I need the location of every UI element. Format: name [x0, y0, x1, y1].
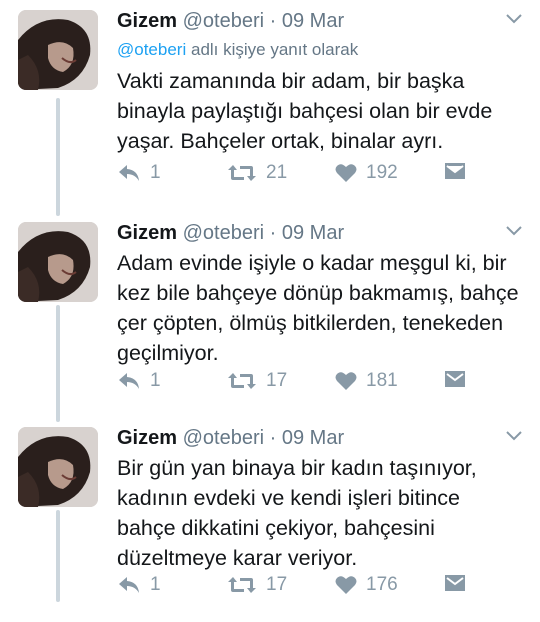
direct-message-button[interactable] [444, 574, 466, 592]
envelope-icon [445, 163, 465, 179]
heart-icon [335, 372, 357, 390]
envelope-icon [445, 371, 465, 387]
tweet-text: Vakti zamanında bir adam, bir başka bina… [117, 69, 493, 153]
like-count: 192 [366, 162, 398, 183]
like-count: 181 [366, 370, 398, 391]
like-count: 176 [366, 574, 398, 595]
chevron-down-icon[interactable] [506, 226, 522, 236]
chevron-down-icon[interactable] [506, 431, 522, 441]
reply-count: 1 [150, 574, 161, 595]
reply-icon [119, 373, 139, 389]
author-name[interactable]: Gizem [117, 427, 177, 449]
reply-icon [119, 165, 139, 181]
author-handle[interactable]: @oteberi [183, 427, 264, 449]
retweet-count: 21 [266, 162, 288, 183]
retweet-icon [228, 165, 256, 181]
heart-icon [335, 164, 357, 182]
heart-icon [335, 576, 357, 594]
action-bar: 1 21 192 [117, 162, 517, 188]
avatar[interactable] [18, 10, 98, 90]
like-button[interactable]: 176 [335, 574, 398, 596]
reply-count: 1 [150, 162, 161, 183]
retweet-icon [228, 373, 256, 389]
retweet-icon [228, 577, 256, 593]
tweet-text: Bir gün yan binaya bir kadın taşınıyor, … [117, 456, 477, 570]
reply-mention[interactable]: @oteberi [117, 40, 186, 59]
retweet-button[interactable]: 17 [227, 574, 287, 596]
retweet-count: 17 [266, 370, 288, 391]
author-name[interactable]: Gizem [117, 10, 177, 32]
like-button[interactable]: 192 [335, 162, 398, 184]
reply-button[interactable]: 1 [117, 162, 161, 184]
reply-context: @oteberi adlı kişiye yanıt olarak [117, 40, 358, 60]
action-bar: 1 17 181 [117, 370, 517, 396]
separator: · [269, 10, 277, 32]
tweet-date[interactable]: 09 Mar [282, 427, 344, 449]
tweet-text: Adam evinde işiyle o kadar meşgul ki, bi… [117, 251, 519, 365]
tweet[interactable]: Gizem @oteberi · 09 Mar Bir gün yan bina… [0, 417, 540, 622]
reply-count: 1 [150, 370, 161, 391]
tweet-date[interactable]: 09 Mar [282, 222, 344, 244]
retweet-button[interactable]: 21 [227, 162, 287, 184]
avatar[interactable] [18, 427, 98, 507]
tweet[interactable]: Gizem @oteberi · 09 Mar @oteberi adlı ki… [0, 0, 540, 205]
reply-button[interactable]: 1 [117, 370, 161, 392]
separator: · [269, 427, 277, 449]
reply-icon [119, 577, 139, 593]
direct-message-button[interactable] [444, 162, 466, 180]
author-handle[interactable]: @oteberi [183, 10, 264, 32]
direct-message-button[interactable] [444, 370, 466, 388]
chevron-down-icon[interactable] [506, 14, 522, 24]
tweet-header: Gizem @oteberi · 09 Mar [117, 8, 344, 34]
retweet-button[interactable]: 17 [227, 370, 287, 392]
tweet-header: Gizem @oteberi · 09 Mar [117, 220, 344, 246]
avatar[interactable] [18, 222, 98, 302]
action-bar: 1 17 176 [117, 574, 517, 600]
reply-button[interactable]: 1 [117, 574, 161, 596]
tweet-date[interactable]: 09 Mar [282, 10, 344, 32]
envelope-icon [445, 575, 465, 591]
separator: · [269, 222, 277, 244]
like-button[interactable]: 181 [335, 370, 398, 392]
tweet[interactable]: Gizem @oteberi · 09 Mar Adam evinde işiy… [0, 212, 540, 417]
author-name[interactable]: Gizem [117, 222, 177, 244]
author-handle[interactable]: @oteberi [183, 222, 264, 244]
reply-suffix: adlı kişiye yanıt olarak [190, 40, 359, 59]
retweet-count: 17 [266, 574, 288, 595]
tweet-header: Gizem @oteberi · 09 Mar [117, 425, 344, 451]
